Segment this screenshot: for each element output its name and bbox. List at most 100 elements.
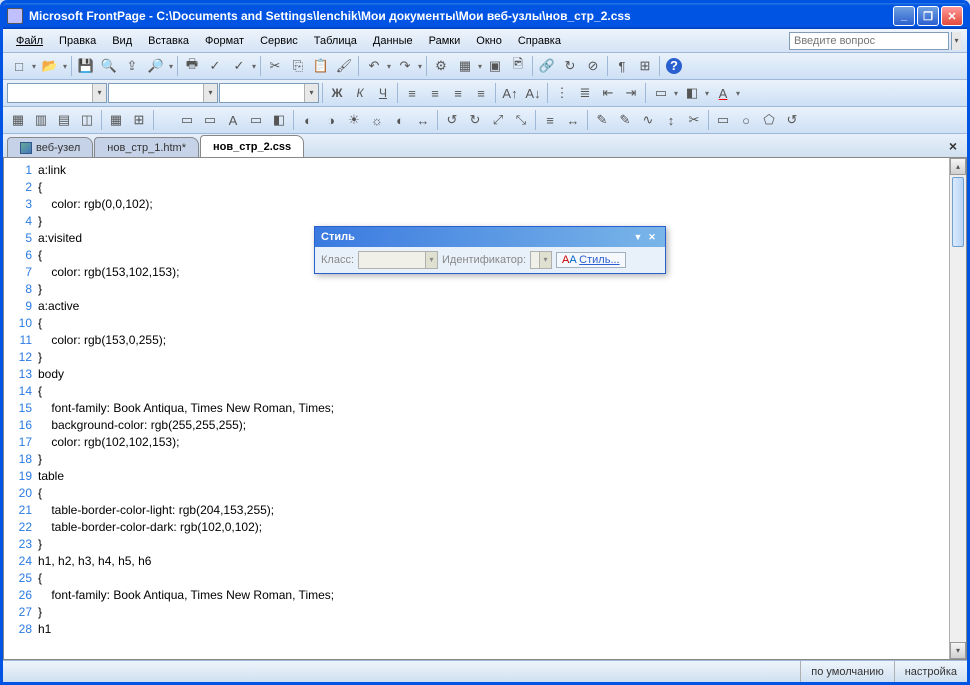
- tab-website[interactable]: веб-узел: [7, 137, 93, 157]
- insert-table-button[interactable]: ▦: [453, 55, 483, 77]
- t2-b7[interactable]: ☀: [343, 109, 365, 131]
- vertical-scrollbar[interactable]: ▴ ▾: [949, 158, 966, 659]
- format-painter-button[interactable]: 🖌: [333, 55, 355, 77]
- minimize-button[interactable]: _: [893, 6, 915, 26]
- style-panel-menu-button[interactable]: ▼: [631, 232, 645, 242]
- t1-b6[interactable]: ⊞: [128, 109, 150, 131]
- show-codes-button[interactable]: ¶: [611, 55, 633, 77]
- close-button[interactable]: ✕: [941, 6, 963, 26]
- spellcheck-button[interactable]: ✓: [204, 55, 226, 77]
- copy-button[interactable]: ⎘: [287, 55, 309, 77]
- t2-b12[interactable]: ↻: [464, 109, 486, 131]
- style-panel-titlebar[interactable]: Стиль ▼ ✕: [315, 227, 665, 247]
- t2-b14[interactable]: ⤡: [510, 109, 532, 131]
- menu-insert[interactable]: Вставка: [141, 33, 196, 49]
- status-settings[interactable]: настройка: [894, 661, 967, 682]
- open-button[interactable]: 📂: [38, 55, 68, 77]
- font-family-combo[interactable]: ▾: [108, 83, 218, 103]
- t2-b4[interactable]: ◧: [268, 109, 290, 131]
- undo-button[interactable]: ↶: [362, 55, 392, 77]
- tab-page1[interactable]: нов_стр_1.htm*: [94, 137, 199, 157]
- underline-button[interactable]: Ч: [372, 82, 394, 104]
- t2-b16[interactable]: ↔: [562, 109, 584, 131]
- t2-b2[interactable]: ▭: [199, 109, 221, 131]
- zoom-button[interactable]: ⊞: [634, 55, 656, 77]
- publish-button[interactable]: ⇪: [121, 55, 143, 77]
- borders-button[interactable]: ▭: [649, 82, 679, 104]
- refresh-button[interactable]: ↻: [559, 55, 581, 77]
- style-dialog-button[interactable]: AA Стиль...: [556, 252, 626, 268]
- bold-button[interactable]: Ж: [326, 82, 348, 104]
- menu-data[interactable]: Данные: [366, 33, 420, 49]
- font-size-combo[interactable]: ▾: [219, 83, 319, 103]
- t1-b3[interactable]: ▤: [53, 109, 75, 131]
- tab-close-button[interactable]: ×: [943, 138, 963, 154]
- menu-window[interactable]: Окно: [469, 33, 509, 49]
- paste-button[interactable]: 📋: [310, 55, 332, 77]
- web-component-button[interactable]: ⚙: [430, 55, 452, 77]
- class-select[interactable]: ▾: [358, 251, 438, 269]
- t2-b5[interactable]: ◐: [297, 109, 319, 131]
- new-button[interactable]: □: [7, 55, 37, 77]
- redo-button[interactable]: ↷: [393, 55, 423, 77]
- id-select[interactable]: ▾: [530, 251, 552, 269]
- t2-b3[interactable]: ▭: [245, 109, 267, 131]
- check-button[interactable]: ✓: [227, 55, 257, 77]
- help-search-input[interactable]: [789, 32, 949, 50]
- scroll-down-button[interactable]: ▾: [950, 642, 966, 659]
- t2-restore[interactable]: ↺: [781, 109, 803, 131]
- t2-b21[interactable]: ✂: [683, 109, 705, 131]
- align-left-button[interactable]: ≡: [401, 82, 423, 104]
- scroll-up-button[interactable]: ▴: [950, 158, 966, 175]
- t2-b11[interactable]: ↺: [441, 109, 463, 131]
- t2-b18[interactable]: ✎: [614, 109, 636, 131]
- t2-b6[interactable]: ◑: [320, 109, 342, 131]
- menu-view[interactable]: Вид: [105, 33, 139, 49]
- stop-button[interactable]: ⊘: [582, 55, 604, 77]
- font-shrink-button[interactable]: A↓: [522, 82, 544, 104]
- italic-button[interactable]: К: [349, 82, 371, 104]
- bullet-list-button[interactable]: ≣: [574, 82, 596, 104]
- t2-b9[interactable]: ◐: [389, 109, 411, 131]
- menu-file[interactable]: Файл: [9, 33, 50, 49]
- t2-b10[interactable]: ↔: [412, 109, 434, 131]
- menu-help[interactable]: Справка: [511, 33, 568, 49]
- hyperlink-button[interactable]: 🔗: [536, 55, 558, 77]
- cut-button[interactable]: ✂: [264, 55, 286, 77]
- highlight-button[interactable]: ◧: [680, 82, 710, 104]
- t2-b17[interactable]: ✎: [591, 109, 613, 131]
- help-search-dropdown[interactable]: ▾: [951, 32, 961, 50]
- help-button[interactable]: ?: [663, 55, 685, 77]
- align-center-button[interactable]: ≡: [424, 82, 446, 104]
- t2-oval[interactable]: ○: [735, 109, 757, 131]
- numbered-list-button[interactable]: ⋮: [551, 82, 573, 104]
- status-default[interactable]: по умолчанию: [800, 661, 893, 682]
- t1-b1[interactable]: ▦: [7, 109, 29, 131]
- t1-b4[interactable]: ◫: [76, 109, 98, 131]
- menu-frames[interactable]: Рамки: [422, 33, 468, 49]
- t2-b20[interactable]: ↕: [660, 109, 682, 131]
- indent-button[interactable]: ⇥: [620, 82, 642, 104]
- font-color-button[interactable]: A: [711, 82, 741, 104]
- t1-b2[interactable]: ▥: [30, 109, 52, 131]
- save-button[interactable]: 💾: [75, 55, 97, 77]
- style-combo[interactable]: ▾: [7, 83, 107, 103]
- scroll-thumb[interactable]: [952, 177, 964, 247]
- menu-table[interactable]: Таблица: [307, 33, 364, 49]
- find-button[interactable]: 🔍: [98, 55, 120, 77]
- style-panel-close-button[interactable]: ✕: [645, 232, 659, 243]
- print-button[interactable]: 🖶: [181, 55, 203, 77]
- t2-text[interactable]: A: [222, 109, 244, 131]
- maximize-button[interactable]: ❐: [917, 6, 939, 26]
- align-justify-button[interactable]: ≡: [470, 82, 492, 104]
- t2-rect[interactable]: ▭: [712, 109, 734, 131]
- t2-b8[interactable]: ☼: [366, 109, 388, 131]
- menu-edit[interactable]: Правка: [52, 33, 103, 49]
- menu-format[interactable]: Формат: [198, 33, 251, 49]
- preview-button[interactable]: 🔎: [144, 55, 174, 77]
- align-right-button[interactable]: ≡: [447, 82, 469, 104]
- t2-b13[interactable]: ⤢: [487, 109, 509, 131]
- t2-b19[interactable]: ∿: [637, 109, 659, 131]
- font-grow-button[interactable]: A↑: [499, 82, 521, 104]
- layer-button[interactable]: ▣: [484, 55, 506, 77]
